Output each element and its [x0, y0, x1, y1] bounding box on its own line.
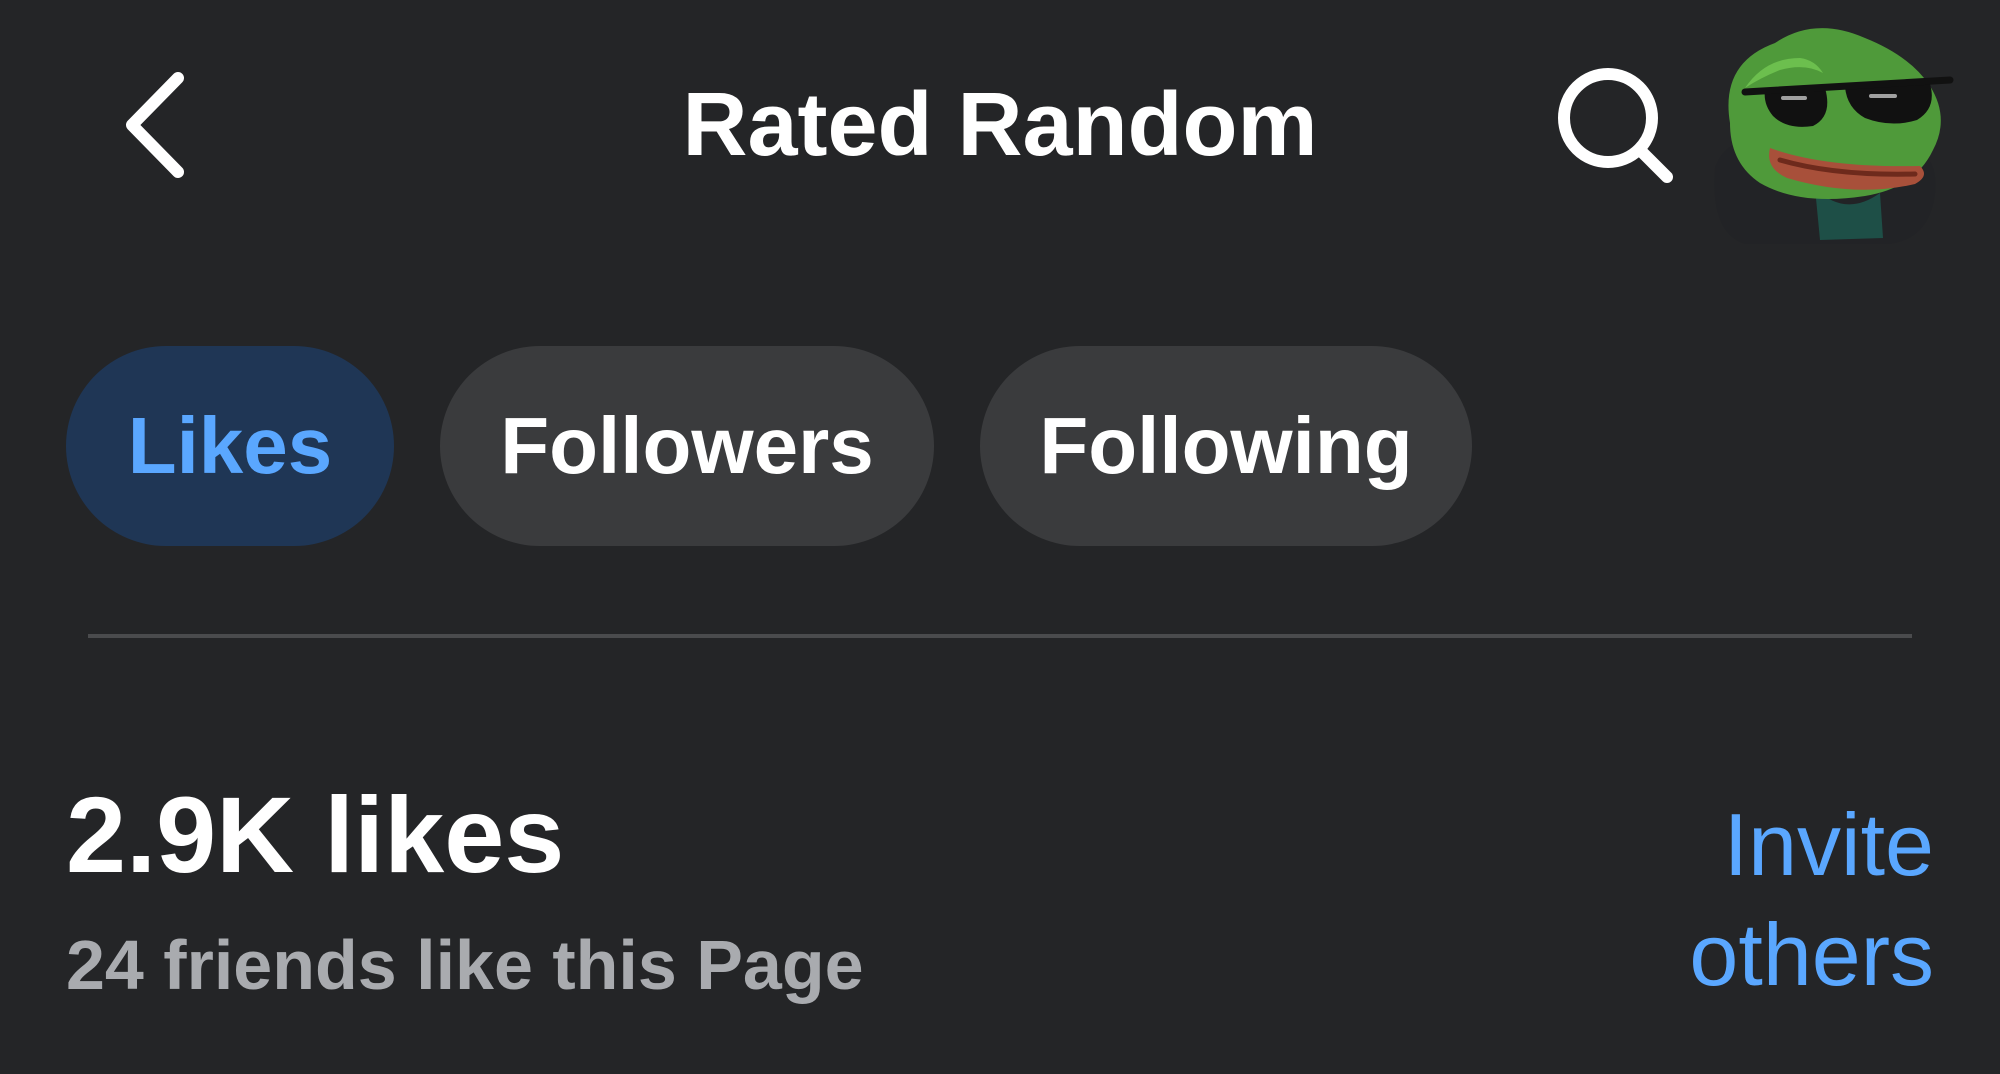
page-title: Rated Random: [682, 75, 1318, 175]
avatar[interactable]: [1705, 18, 1955, 250]
tab-following[interactable]: Following: [980, 346, 1472, 546]
divider: [88, 634, 1912, 638]
top-bar: Rated Random: [0, 0, 2000, 250]
likes-count: 2.9K likes: [66, 774, 565, 895]
back-button[interactable]: [100, 55, 210, 195]
tab-bar: Likes Followers Following: [66, 346, 1472, 546]
frog-avatar-icon: [1714, 28, 1954, 244]
invite-others-link[interactable]: Invite others: [1574, 790, 1934, 1010]
chevron-left-icon: [126, 72, 184, 178]
search-button[interactable]: [1545, 55, 1685, 195]
invite-line-2: others: [1689, 905, 1934, 1004]
invite-line-1: Invite: [1723, 795, 1934, 894]
search-icon: [1558, 68, 1673, 183]
tab-likes[interactable]: Likes: [66, 346, 394, 546]
friends-like-text: 24 friends like this Page: [66, 926, 864, 1004]
tab-followers[interactable]: Followers: [440, 346, 934, 546]
